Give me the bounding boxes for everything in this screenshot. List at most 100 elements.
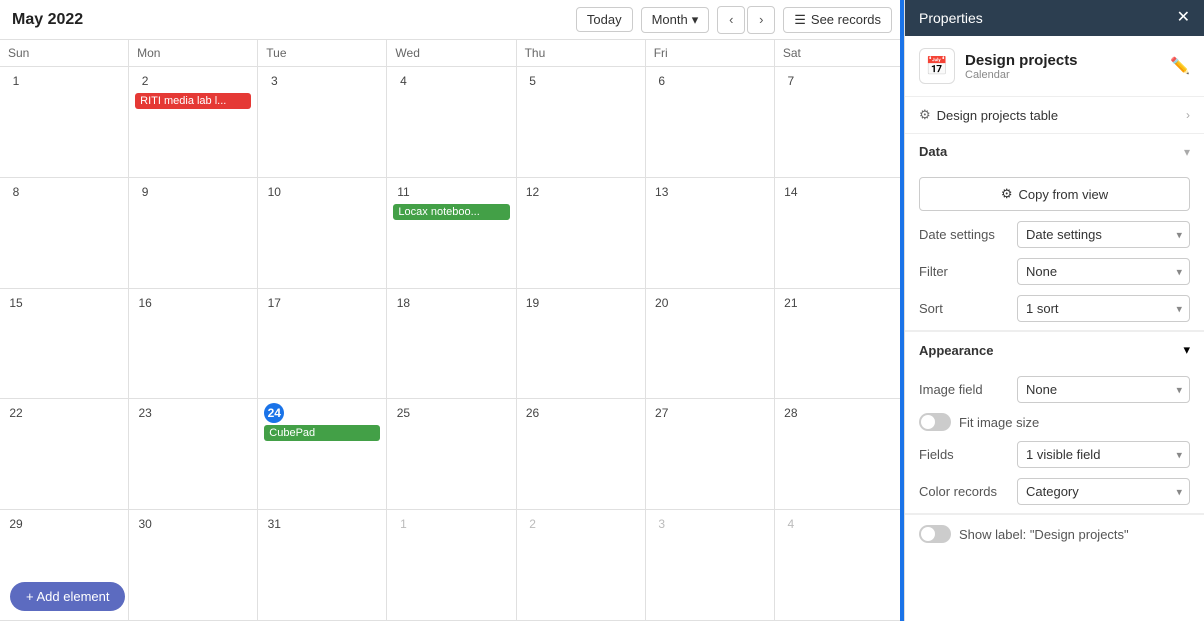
cal-cell[interactable]: 25 bbox=[387, 399, 516, 510]
fields-row: Fields 1 visible field bbox=[919, 441, 1190, 468]
fields-select-wrapper[interactable]: 1 visible field bbox=[1017, 441, 1190, 468]
cal-cell[interactable]: 13 bbox=[646, 178, 775, 289]
copy-from-button[interactable]: ⚙ Copy from view bbox=[919, 177, 1190, 211]
day-number: 24 bbox=[264, 403, 284, 423]
cal-cell[interactable]: 15 bbox=[0, 289, 129, 400]
day-fri: Fri bbox=[646, 40, 775, 66]
cal-cell[interactable]: 30 bbox=[129, 510, 258, 621]
cal-cell[interactable]: 2 bbox=[517, 510, 646, 621]
cal-cell[interactable]: 1 bbox=[387, 510, 516, 621]
calendar-event[interactable]: CubePad bbox=[264, 425, 380, 441]
days-header: Sun Mon Tue Wed Thu Fri Sat bbox=[0, 40, 904, 67]
cal-cell[interactable]: 3 bbox=[646, 510, 775, 621]
day-number: 9 bbox=[135, 182, 155, 202]
cal-cell[interactable]: 9 bbox=[129, 178, 258, 289]
nav-buttons: ‹ › bbox=[717, 6, 775, 34]
close-button[interactable]: ✕ bbox=[1177, 10, 1190, 26]
see-records-button[interactable]: ☰ See records bbox=[783, 7, 892, 33]
cal-cell[interactable]: 21 bbox=[775, 289, 904, 400]
day-number: 26 bbox=[523, 403, 543, 423]
cal-cell[interactable]: 8 bbox=[0, 178, 129, 289]
calendar-event[interactable]: RITI media lab l... bbox=[135, 93, 251, 109]
filter-select[interactable]: None bbox=[1017, 258, 1190, 285]
appearance-header[interactable]: Appearance ▾ bbox=[905, 331, 1204, 368]
table-section: ⚙ Design projects table › bbox=[905, 97, 1204, 134]
cal-cell[interactable]: 3 bbox=[258, 67, 387, 178]
cal-cell[interactable]: 20 bbox=[646, 289, 775, 400]
cal-cell[interactable]: 28 bbox=[775, 399, 904, 510]
image-field-select[interactable]: None bbox=[1017, 376, 1190, 403]
add-element-button[interactable]: + Add element bbox=[10, 582, 125, 611]
cal-cell[interactable]: 12 bbox=[517, 178, 646, 289]
image-field-label: Image field bbox=[919, 382, 1009, 397]
cal-cell[interactable]: 18 bbox=[387, 289, 516, 400]
date-settings-select[interactable]: Date settings bbox=[1017, 221, 1190, 248]
cal-cell[interactable]: 27 bbox=[646, 399, 775, 510]
day-number: 28 bbox=[781, 403, 801, 423]
month-dropdown-icon: ▾ bbox=[692, 12, 699, 28]
cal-cell[interactable]: 6 bbox=[646, 67, 775, 178]
calendar-header: May 2022 Today Month ▾ ‹ › ☰ See records bbox=[0, 0, 904, 40]
cal-cell[interactable]: 23 bbox=[129, 399, 258, 510]
cal-cell[interactable]: 24 CubePad bbox=[258, 399, 387, 510]
day-number: 14 bbox=[781, 182, 801, 202]
data-header[interactable]: Data ▾ bbox=[905, 134, 1204, 169]
sort-select-wrapper[interactable]: 1 sort bbox=[1017, 295, 1190, 322]
month-button[interactable]: Month ▾ bbox=[641, 7, 710, 33]
color-records-select[interactable]: Category bbox=[1017, 478, 1190, 505]
show-label-text: Show label: "Design projects" bbox=[959, 527, 1129, 542]
cal-cell[interactable]: 11Locax noteboo... bbox=[387, 178, 516, 289]
table-row-item[interactable]: ⚙ Design projects table › bbox=[905, 97, 1204, 133]
copy-icon: ⚙ bbox=[1001, 186, 1013, 202]
cal-cell[interactable]: 17 bbox=[258, 289, 387, 400]
cal-cell[interactable]: 1 bbox=[0, 67, 129, 178]
day-sun: Sun bbox=[0, 40, 129, 66]
color-records-label: Color records bbox=[919, 484, 1009, 499]
data-title: Data bbox=[919, 144, 1184, 159]
sort-row: Sort 1 sort bbox=[919, 295, 1190, 322]
cal-cell[interactable]: 26 bbox=[517, 399, 646, 510]
prev-button[interactable]: ‹ bbox=[717, 6, 745, 34]
day-number: 2 bbox=[523, 514, 543, 534]
table-chevron-icon: › bbox=[1186, 108, 1190, 122]
next-button[interactable]: › bbox=[747, 6, 775, 34]
cal-cell[interactable]: 7 bbox=[775, 67, 904, 178]
day-number: 6 bbox=[652, 71, 672, 91]
color-records-select-wrapper[interactable]: Category bbox=[1017, 478, 1190, 505]
cal-cell[interactable]: 10 bbox=[258, 178, 387, 289]
table-label: Design projects table bbox=[937, 108, 1186, 123]
calendar-event[interactable]: Locax noteboo... bbox=[393, 204, 509, 220]
cal-cell[interactable]: 22 bbox=[0, 399, 129, 510]
panel-title: Properties bbox=[919, 10, 983, 26]
today-button[interactable]: Today bbox=[576, 7, 633, 32]
appearance-chevron-icon: ▾ bbox=[1183, 342, 1190, 358]
sort-select[interactable]: 1 sort bbox=[1017, 295, 1190, 322]
cal-cell[interactable]: 5 bbox=[517, 67, 646, 178]
day-number: 4 bbox=[781, 514, 801, 534]
day-number: 31 bbox=[264, 514, 284, 534]
app-name: Design projects bbox=[965, 52, 1160, 69]
calendar-grid: 12RITI media lab l...34567891011Locax no… bbox=[0, 67, 904, 621]
day-number: 1 bbox=[6, 71, 26, 91]
day-number: 20 bbox=[652, 293, 672, 313]
cal-cell[interactable]: 31 bbox=[258, 510, 387, 621]
fields-label: Fields bbox=[919, 447, 1009, 462]
filter-select-wrapper[interactable]: None bbox=[1017, 258, 1190, 285]
appearance-title: Appearance bbox=[919, 343, 1183, 358]
cal-cell[interactable]: 14 bbox=[775, 178, 904, 289]
date-settings-select-wrapper[interactable]: Date settings bbox=[1017, 221, 1190, 248]
show-label-row: Show label: "Design projects" bbox=[905, 514, 1204, 553]
fields-select[interactable]: 1 visible field bbox=[1017, 441, 1190, 468]
fit-image-toggle[interactable] bbox=[919, 413, 951, 431]
gear-icon: ⚙ bbox=[919, 107, 931, 123]
cal-cell[interactable]: 4 bbox=[775, 510, 904, 621]
cal-cell[interactable]: 2RITI media lab l... bbox=[129, 67, 258, 178]
edit-button[interactable]: ✏️ bbox=[1170, 56, 1190, 76]
image-field-select-wrapper[interactable]: None bbox=[1017, 376, 1190, 403]
cal-cell[interactable]: 4 bbox=[387, 67, 516, 178]
cal-cell[interactable]: 19 bbox=[517, 289, 646, 400]
app-info: Design projects Calendar bbox=[965, 52, 1160, 81]
panel-header: Properties ✕ bbox=[905, 0, 1204, 36]
cal-cell[interactable]: 16 bbox=[129, 289, 258, 400]
show-label-toggle[interactable] bbox=[919, 525, 951, 543]
